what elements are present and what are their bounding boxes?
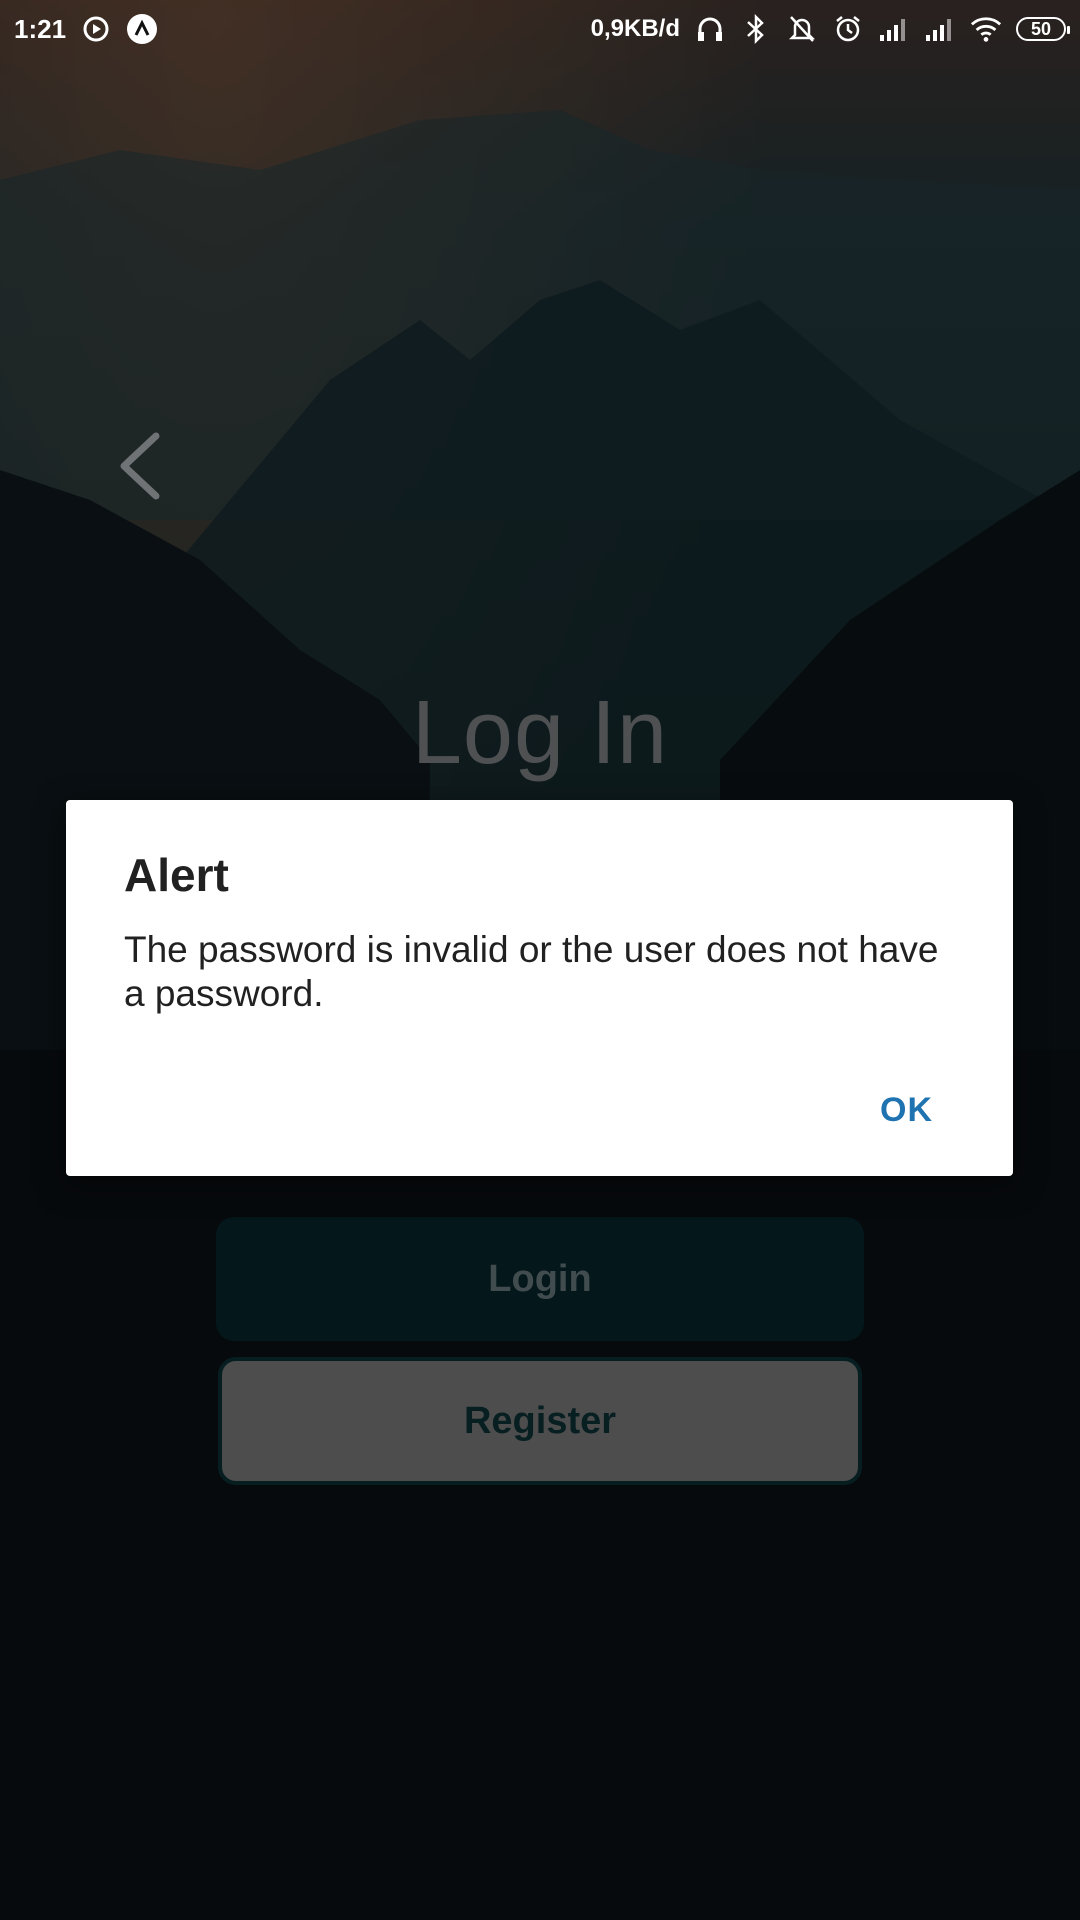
network-speed: 0,9KB/d [590,15,680,42]
bluetooth-icon [740,13,772,45]
alert-dialog: Alert The password is invalid or the use… [66,800,1013,1176]
app-a-icon [126,13,158,45]
battery-icon: 50 [1016,17,1070,41]
alarm-icon [832,13,864,45]
signal-icon [878,13,910,45]
battery-level: 50 [1030,18,1052,39]
dialog-title: Alert [124,849,229,901]
signal-icon [924,13,956,45]
ok-button[interactable]: OK [880,1091,933,1130]
dialog-message: The password is invalid or the user does… [124,929,939,1014]
headphones-icon [694,13,726,45]
notifications-off-icon [786,13,818,45]
sync-icon [80,13,112,45]
status-time: 1:21 [14,13,67,44]
wifi-icon [970,13,1002,45]
status-bar: 1:21 0,9KB/d 50 [0,0,1080,58]
